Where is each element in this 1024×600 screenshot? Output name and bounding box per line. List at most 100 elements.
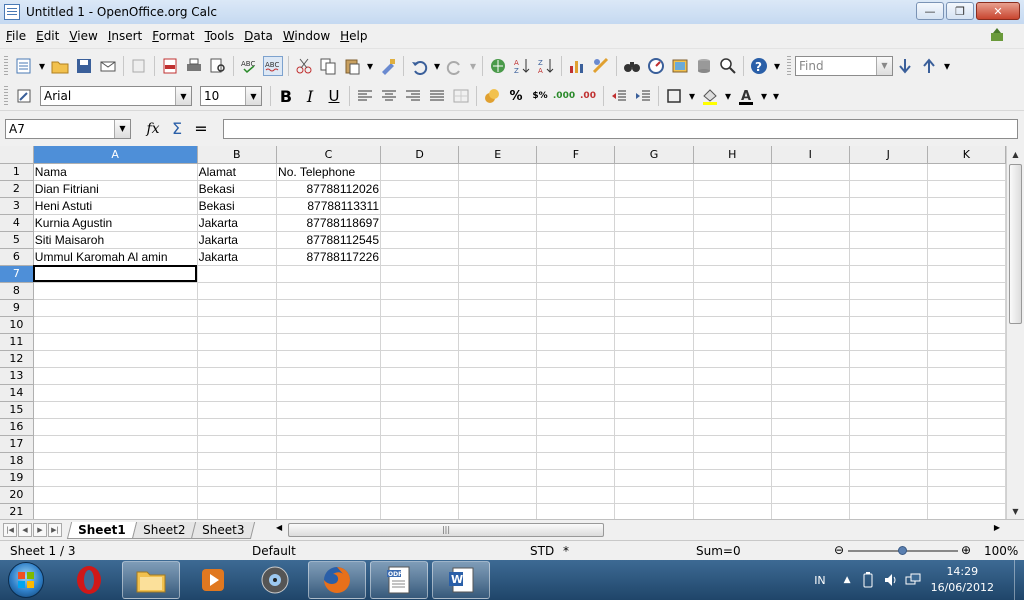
cell-i16[interactable] xyxy=(771,418,850,436)
italic-icon[interactable]: I xyxy=(300,86,320,106)
cell-e6[interactable] xyxy=(458,248,538,266)
cell-h20[interactable] xyxy=(693,486,772,504)
cell-g3[interactable] xyxy=(614,197,694,215)
cell-e15[interactable] xyxy=(458,401,538,419)
menu-window[interactable]: Window xyxy=(279,29,334,43)
cell-i3[interactable] xyxy=(771,197,850,215)
zoom-out-icon[interactable]: ⊖ xyxy=(834,543,844,557)
cell-d19[interactable] xyxy=(380,469,460,487)
cell-h8[interactable] xyxy=(693,282,772,300)
undo-dropdown-icon[interactable]: ▾ xyxy=(433,56,441,76)
formatting-toolbar-grip[interactable] xyxy=(4,86,8,106)
cell-b6[interactable]: Jakarta xyxy=(197,248,278,266)
cell-f2[interactable] xyxy=(536,180,616,198)
cell-g10[interactable] xyxy=(614,316,694,334)
hyperlink-icon[interactable] xyxy=(488,56,508,76)
cell-d10[interactable] xyxy=(380,316,460,334)
cell-g17[interactable] xyxy=(614,435,694,453)
cell-k8[interactable] xyxy=(927,282,1006,300)
cell-e2[interactable] xyxy=(458,180,538,198)
cell-i8[interactable] xyxy=(771,282,850,300)
cell-a14[interactable] xyxy=(33,384,198,402)
find-overflow-icon[interactable]: ▾ xyxy=(943,56,951,76)
row-header[interactable]: 4 xyxy=(0,214,34,232)
row-header[interactable]: 6 xyxy=(0,248,34,266)
new-document-icon[interactable] xyxy=(14,56,34,76)
cell-g11[interactable] xyxy=(614,333,694,351)
cell-k20[interactable] xyxy=(927,486,1006,504)
cell-e9[interactable] xyxy=(458,299,538,317)
horizontal-scrollbar[interactable]: ◀ ||| ▶ xyxy=(274,522,1002,538)
cell-k17[interactable] xyxy=(927,435,1006,453)
name-box-dropdown-icon[interactable]: ▼ xyxy=(114,119,130,138)
menu-view[interactable]: View xyxy=(65,29,101,43)
row-header[interactable]: 14 xyxy=(0,384,34,402)
cell-i19[interactable] xyxy=(771,469,850,487)
pdf-taskbar-button[interactable]: ODF xyxy=(370,561,428,599)
prev-sheet-icon[interactable]: ◀ xyxy=(18,523,32,537)
cell-d18[interactable] xyxy=(380,452,460,470)
currency-format-icon[interactable] xyxy=(482,86,502,106)
close-button[interactable]: ✕ xyxy=(976,2,1020,20)
function-wizard-icon[interactable]: fx xyxy=(143,119,163,139)
print-preview-icon[interactable] xyxy=(208,56,228,76)
cell-j16[interactable] xyxy=(849,418,928,436)
cell-i13[interactable] xyxy=(771,367,850,385)
cell-a3[interactable]: Heni Astuti xyxy=(33,197,198,215)
horizontal-scroll-thumb[interactable]: ||| xyxy=(288,523,604,537)
cell-c20[interactable] xyxy=(276,486,382,504)
cell-e19[interactable] xyxy=(458,469,538,487)
cell-d20[interactable] xyxy=(380,486,460,504)
cell-b17[interactable] xyxy=(197,435,278,453)
row-header[interactable]: 13 xyxy=(0,367,34,385)
sum-icon[interactable]: Σ xyxy=(167,119,187,139)
cell-j12[interactable] xyxy=(849,350,928,368)
cell-e17[interactable] xyxy=(458,435,538,453)
cell-e3[interactable] xyxy=(458,197,538,215)
cell-c17[interactable] xyxy=(276,435,382,453)
cell-c13[interactable] xyxy=(276,367,382,385)
row-header[interactable]: 3 xyxy=(0,197,34,215)
column-header-g[interactable]: G xyxy=(614,146,694,164)
cell-g16[interactable] xyxy=(614,418,694,436)
cell-b13[interactable] xyxy=(197,367,278,385)
cell-h1[interactable] xyxy=(693,163,772,181)
cell-i1[interactable] xyxy=(771,163,850,181)
borders-dropdown-icon[interactable]: ▾ xyxy=(688,86,696,106)
cell-b7[interactable] xyxy=(197,265,278,283)
show-hidden-icons-icon[interactable]: ▲ xyxy=(844,575,851,585)
cell-a5[interactable]: Siti Maisaroh xyxy=(33,231,198,249)
cell-h4[interactable] xyxy=(693,214,772,232)
edit-file-icon[interactable] xyxy=(129,56,149,76)
cell-b15[interactable] xyxy=(197,401,278,419)
cell-h3[interactable] xyxy=(693,197,772,215)
cell-k3[interactable] xyxy=(927,197,1006,215)
cell-j21[interactable] xyxy=(849,503,928,519)
find-previous-icon[interactable] xyxy=(919,56,939,76)
cell-h16[interactable] xyxy=(693,418,772,436)
maximize-button[interactable]: ❐ xyxy=(946,2,974,20)
cell-g4[interactable] xyxy=(614,214,694,232)
menu-tools[interactable]: Tools xyxy=(201,29,239,43)
cell-i2[interactable] xyxy=(771,180,850,198)
align-right-icon[interactable] xyxy=(403,86,423,106)
row-header[interactable]: 20 xyxy=(0,486,34,504)
cell-b8[interactable] xyxy=(197,282,278,300)
cell-a17[interactable] xyxy=(33,435,198,453)
menu-help[interactable]: Help xyxy=(336,29,371,43)
cell-k16[interactable] xyxy=(927,418,1006,436)
row-header[interactable]: 8 xyxy=(0,282,34,300)
tab-sheet1[interactable]: Sheet1 xyxy=(66,521,137,539)
cell-d9[interactable] xyxy=(380,299,460,317)
find-dropdown-icon[interactable]: ▼ xyxy=(876,56,892,75)
cell-k4[interactable] xyxy=(927,214,1006,232)
row-header[interactable]: 17 xyxy=(0,435,34,453)
cell-c9[interactable] xyxy=(276,299,382,317)
cell-d8[interactable] xyxy=(380,282,460,300)
calc-app-icon[interactable] xyxy=(4,4,20,20)
font-color-icon[interactable]: A xyxy=(736,86,756,106)
paste-icon[interactable] xyxy=(342,56,362,76)
tab-sheet3[interactable]: Sheet3 xyxy=(190,521,256,539)
cell-g9[interactable] xyxy=(614,299,694,317)
row-header[interactable]: 19 xyxy=(0,469,34,487)
